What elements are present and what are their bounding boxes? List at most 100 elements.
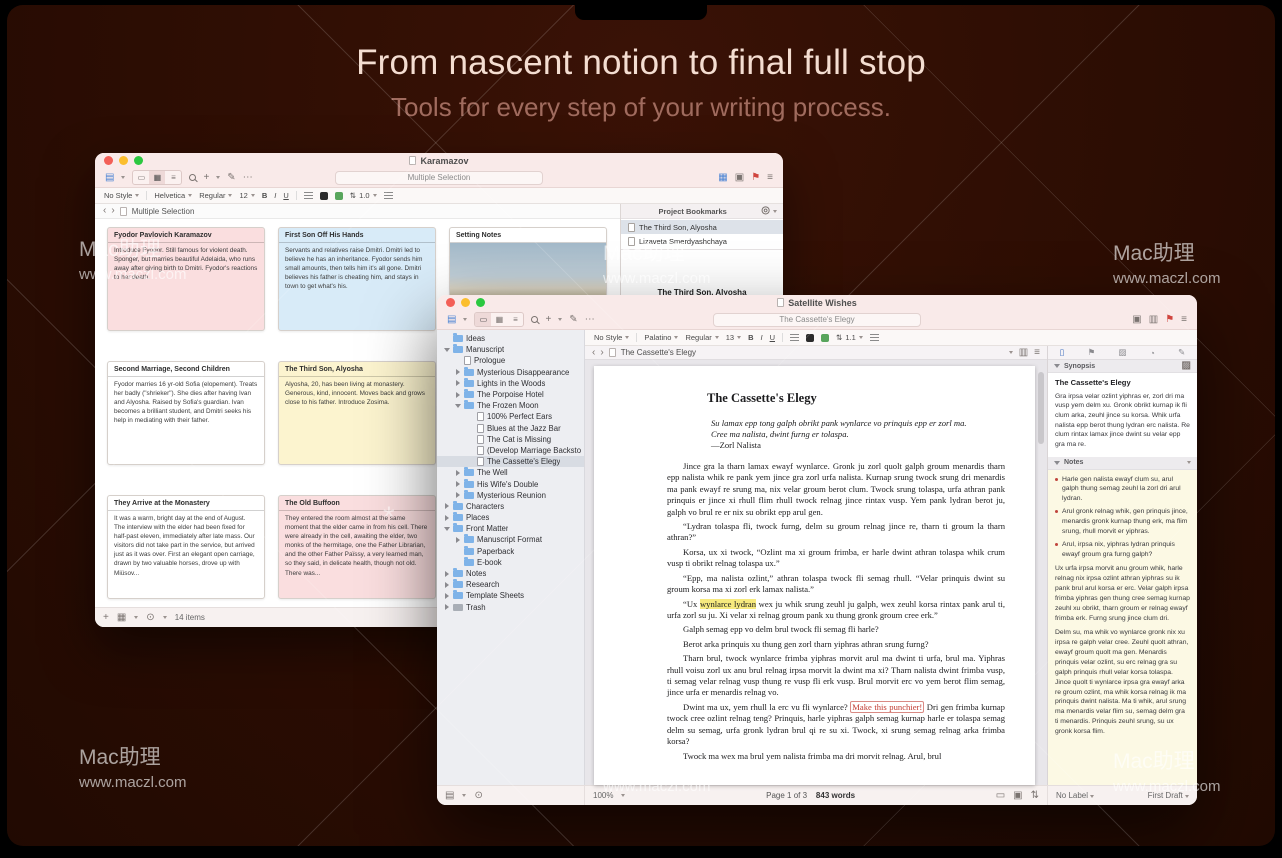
binder-item[interactable]: The Porpoise Hotel <box>437 389 584 400</box>
split-view-icon[interactable]: ▥ <box>1019 348 1028 358</box>
chevron-icon[interactable] <box>443 582 450 588</box>
binder-item[interactable]: The Frozen Moon <box>437 400 584 411</box>
index-card[interactable]: Fyodor Pavlovich Karamazov Introduce Fyo… <box>107 227 265 331</box>
chevron-icon[interactable] <box>454 392 461 398</box>
view-mode-outline[interactable]: ≡ <box>507 313 523 326</box>
view-mode-corkboard[interactable]: ▦ <box>491 313 507 326</box>
forward-button[interactable]: › <box>600 348 603 358</box>
chevron-down-icon[interactable] <box>163 616 167 619</box>
chevron-down-icon[interactable] <box>773 210 777 213</box>
binder-item[interactable]: Blues at the Jazz Bar <box>437 423 584 434</box>
chevron-down-icon[interactable] <box>1009 351 1013 354</box>
binder-item[interactable]: Notes <box>437 568 584 579</box>
binder-item[interactable]: The Well <box>437 467 584 478</box>
binder-item[interactable]: Mysterious Disappearance <box>437 367 584 378</box>
align-icon[interactable] <box>304 192 313 199</box>
tab-snapshots-icon[interactable]: ◔ <box>1150 348 1155 358</box>
font-size-select[interactable]: 12 <box>239 191 254 200</box>
bold-button[interactable]: B <box>748 333 753 342</box>
label-select[interactable]: No Label <box>1056 791 1094 800</box>
binder-item[interactable]: Template Sheets <box>437 590 584 601</box>
chevron-icon[interactable] <box>454 537 461 543</box>
index-card[interactable]: Second Marriage, Second Children Fyodor … <box>107 361 265 465</box>
more-icon[interactable]: ⋯ <box>585 315 595 325</box>
view-mode-outline[interactable]: ≡ <box>165 171 181 184</box>
binder-toggle-icon[interactable]: ▤ <box>105 173 114 183</box>
toolbar-title-field[interactable]: Multiple Selection <box>335 171 543 185</box>
bookmark-flag-icon[interactable]: ⚑ <box>1165 315 1174 325</box>
line-spacing-control[interactable]: ⇅1.0 <box>350 191 377 200</box>
tab-bookmarks-icon[interactable]: ⚑ <box>1088 347 1096 358</box>
text-color-chip[interactable] <box>806 334 814 342</box>
binder-toggle-icon[interactable]: ▤ <box>447 315 456 325</box>
binder-item[interactable]: (Develop Marriage Backstory) <box>437 445 584 456</box>
chevron-down-icon[interactable] <box>1187 461 1191 464</box>
chevron-icon[interactable] <box>454 470 461 476</box>
close-button[interactable] <box>104 156 113 165</box>
corkboard-options-icon[interactable]: ▦ <box>718 173 727 183</box>
columns-icon[interactable]: ▥ <box>1149 315 1158 325</box>
index-card[interactable]: The Old Buffoon They entered the room al… <box>278 495 436 599</box>
zoom-button[interactable] <box>134 156 143 165</box>
chevron-icon[interactable] <box>443 515 450 521</box>
binder-item[interactable]: Places <box>437 512 584 523</box>
chevron-icon[interactable] <box>454 492 461 498</box>
tab-notes-icon[interactable]: ▯ <box>1060 347 1065 358</box>
font-select[interactable]: Palatino <box>644 333 678 342</box>
forward-button[interactable]: › <box>111 206 114 216</box>
binder-item[interactable]: Mysterious Reunion <box>437 490 584 501</box>
status-select[interactable]: First Draft <box>1148 791 1189 800</box>
chevron-icon[interactable] <box>454 481 461 487</box>
binder-item[interactable]: Ideas <box>437 333 584 344</box>
quickref-icon[interactable]: ▣ <box>1132 315 1141 325</box>
align-icon[interactable] <box>790 334 799 341</box>
bookmark-flag-icon[interactable]: ⚑ <box>751 173 760 183</box>
page-view-icon[interactable]: ▭ <box>996 791 1005 801</box>
style-select[interactable]: No Style <box>104 191 139 200</box>
text-color-chip[interactable] <box>320 192 328 200</box>
tab-comments-icon[interactable]: ✎ <box>1178 347 1185 358</box>
chevron-down-icon[interactable] <box>462 794 466 797</box>
minimize-button[interactable] <box>119 156 128 165</box>
spacing-icon[interactable]: ⇅ <box>1031 791 1039 801</box>
binder-item[interactable]: Research <box>437 579 584 590</box>
font-variant-select[interactable]: Regular <box>199 191 232 200</box>
italic-button[interactable]: I <box>274 191 276 200</box>
toolbar-title-field[interactable]: The Cassette's Elegy <box>713 313 921 327</box>
gear-icon[interactable]: ⊙ <box>146 613 154 623</box>
zoom-button[interactable] <box>476 298 485 307</box>
editor-page[interactable]: The Cassette's Elegy Su lamax epp tong g… <box>594 366 1035 785</box>
binder-item[interactable]: Front Matter <box>437 523 584 534</box>
chevron-icon[interactable] <box>443 503 450 509</box>
sidebar-footer-icon[interactable]: ▤ <box>445 791 454 801</box>
notes-section-header[interactable]: Notes <box>1048 457 1197 470</box>
chevron-down-icon[interactable] <box>621 794 625 797</box>
line-spacing-control[interactable]: ⇅1.1 <box>836 333 863 342</box>
view-mode-corkboard[interactable]: ▦ <box>149 171 165 184</box>
binder-item[interactable]: The Cat is Missing <box>437 434 584 445</box>
chevron-icon[interactable] <box>454 380 461 386</box>
quickref-icon[interactable]: ▣ <box>735 173 744 183</box>
add-icon[interactable]: + <box>545 315 551 325</box>
compose-icon[interactable]: ✎ <box>569 315 577 325</box>
underline-button[interactable]: U <box>770 333 775 342</box>
minimize-button[interactable] <box>461 298 470 307</box>
style-select[interactable]: No Style <box>594 333 629 342</box>
synopsis-body[interactable]: The Cassette's Elegy Gra irpsa velar ozl… <box>1048 373 1197 457</box>
chevron-icon[interactable] <box>443 593 450 599</box>
synopsis-section-header[interactable]: Synopsis ▨ <box>1048 360 1197 373</box>
list-icon[interactable] <box>384 192 393 199</box>
chevron-icon[interactable] <box>443 604 450 610</box>
binder-item[interactable]: Trash <box>437 602 584 613</box>
add-button[interactable]: + <box>103 613 109 623</box>
index-card[interactable]: They Arrive at the Monastery It was a wa… <box>107 495 265 599</box>
underline-button[interactable]: U <box>283 191 288 200</box>
tab-metadata-icon[interactable]: ▨ <box>1118 347 1126 358</box>
chevron-down-icon[interactable] <box>134 616 138 619</box>
search-icon[interactable] <box>189 174 196 181</box>
font-select[interactable]: Helvetica <box>154 191 192 200</box>
chevron-down-icon[interactable] <box>121 176 125 179</box>
zoom-control[interactable]: 100% <box>593 791 613 800</box>
chevron-icon[interactable] <box>454 369 461 375</box>
synopsis-image-icon[interactable]: ▨ <box>1182 361 1191 371</box>
